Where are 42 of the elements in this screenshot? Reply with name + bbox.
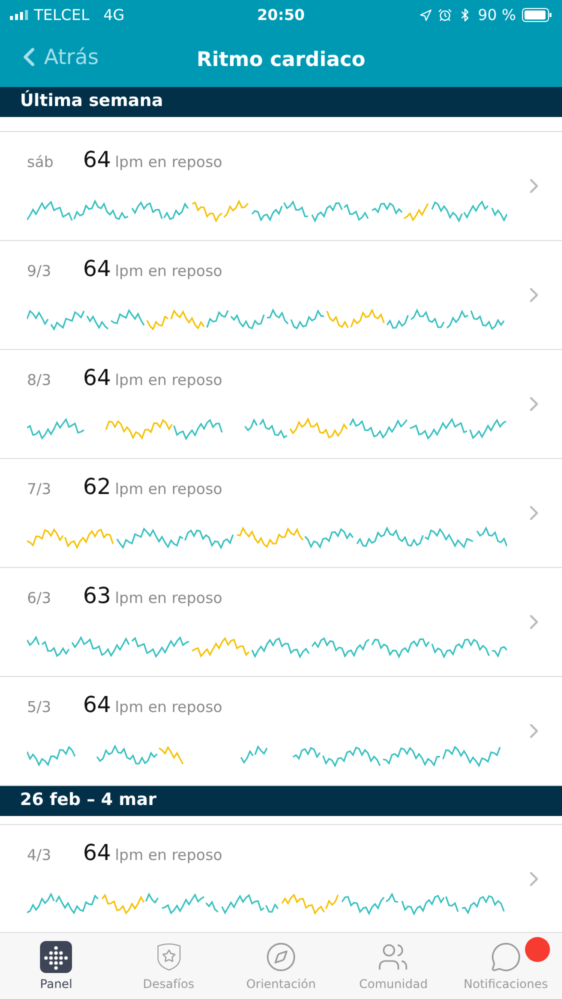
tab-bar-item[interactable]: Panel [0, 933, 112, 999]
alarm-icon [438, 8, 452, 22]
unit-label: lpm en reposo [115, 262, 222, 280]
compass-icon [265, 941, 298, 973]
section-header: Última semana [0, 87, 562, 117]
network-type: 4G [103, 6, 124, 24]
unit-label: lpm en reposo [115, 589, 222, 607]
resting-heart-rate: 64 [83, 148, 111, 173]
day-date: 6/3 [27, 589, 52, 607]
unit-label: lpm en reposo [115, 698, 222, 716]
battery-icon [522, 8, 552, 22]
resting-heart-rate: 62 [83, 475, 111, 500]
day-date: 9/3 [27, 262, 52, 280]
resting-heart-rate: 64 [83, 841, 111, 866]
resting-heart-rate: 63 [83, 584, 111, 609]
unit-label: lpm en reposo [115, 371, 222, 389]
day-date: 7/3 [27, 480, 52, 498]
clock-time: 20:50 [257, 6, 305, 24]
resting-heart-rate: 64 [83, 366, 111, 391]
day-row[interactable]: 6/3 63 lpm en reposo [0, 568, 562, 677]
chat-bubble-icon [490, 941, 522, 973]
day-row[interactable]: 7/3 62 lpm en reposo [0, 459, 562, 568]
day-date: 8/3 [27, 371, 52, 389]
unit-label: lpm en reposo [115, 153, 222, 171]
day-row[interactable]: sáb 64 lpm en reposo [0, 131, 562, 241]
day-row[interactable]: 8/3 64 lpm en reposo [0, 350, 562, 459]
section-header: 26 feb – 4 mar [0, 786, 562, 816]
people-icon [377, 941, 410, 973]
day-date: sáb [27, 153, 55, 171]
carrier-name: TELCEL [34, 6, 90, 24]
page-title: Ritmo cardiaco [196, 46, 366, 70]
dots-logo-icon [40, 941, 72, 973]
unit-label: lpm en reposo [115, 846, 222, 864]
resting-heart-rate: 64 [83, 693, 111, 718]
location-arrow-icon [418, 8, 432, 22]
day-date: 4/3 [27, 846, 52, 864]
unit-label: lpm en reposo [115, 480, 222, 498]
day-date: 5/3 [27, 698, 52, 716]
resting-heart-rate: 64 [83, 257, 111, 282]
signal-icon [10, 10, 28, 20]
battery-percent: 90 % [478, 6, 516, 24]
day-row[interactable]: 9/3 64 lpm en reposo [0, 241, 562, 350]
